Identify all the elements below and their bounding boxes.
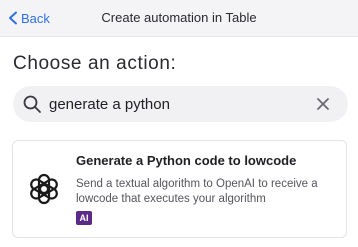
ai-badge: AI <box>76 211 92 225</box>
result-title: Generate a Python code to lowcode <box>76 153 297 168</box>
top-bar: Back Create automation in Table <box>0 0 358 37</box>
search-input[interactable] <box>49 93 309 115</box>
section-heading: Choose an action: <box>13 53 177 74</box>
page-title: Create automation in Table <box>101 10 257 25</box>
search-box <box>13 86 348 122</box>
openai-logo-icon <box>30 173 58 205</box>
result-card[interactable]: Generate a Python code to lowcode Send a… <box>12 140 347 238</box>
result-description: Send a textual algorithm to OpenAI to re… <box>76 178 318 205</box>
clear-search-icon[interactable] <box>315 96 331 112</box>
search-icon <box>23 95 41 113</box>
